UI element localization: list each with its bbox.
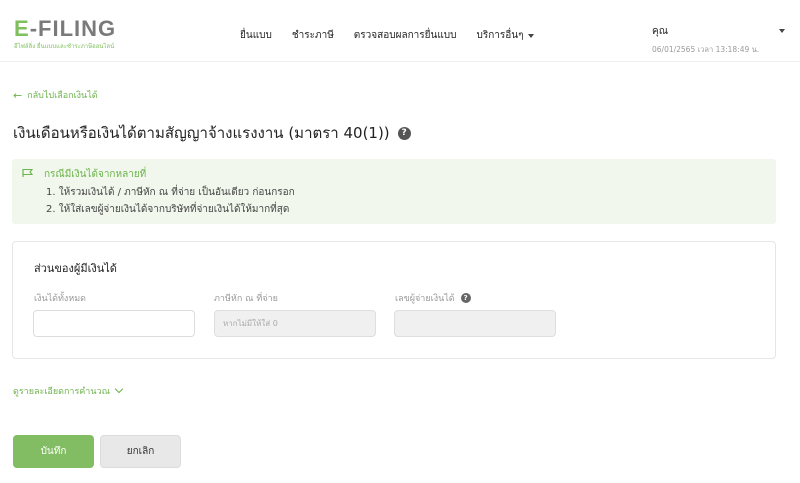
- back-to-income-link[interactable]: ← กลับไปเลือกเงินได้: [13, 88, 98, 102]
- payer-id-input[interactable]: [394, 310, 556, 337]
- top-header: E-FILING อีไฟล์ลิ่ง ยื่นแบบและชำระภาษีออ…: [0, 0, 800, 62]
- withholding-tax-label: ภาษีหัก ณ ที่จ่าย: [214, 294, 278, 304]
- payer-id-label: เลขผู้จ่ายเงินได้: [395, 294, 455, 304]
- total-income-label: เงินได้ทั้งหมด: [34, 294, 87, 304]
- nav-other-services-label: บริการอื่นๆ: [476, 30, 524, 41]
- logo-wordmark: E-FILING: [14, 18, 116, 40]
- user-menu-caret-icon[interactable]: [779, 29, 785, 33]
- help-icon[interactable]: ?: [460, 293, 471, 303]
- cancel-button[interactable]: ยกเลิก: [100, 435, 181, 468]
- notice-heading: กรณีมีเงินได้จากหลายที่: [44, 169, 147, 180]
- session-timestamp: 06/01/2565 เวลา 13:18:49 น.: [652, 45, 760, 54]
- logo-tagline: อีไฟล์ลิ่ง ยื่นแบบและชำระภาษีออนไลน์: [14, 43, 115, 50]
- income-earner-card: ส่วนของผู้มีเงินได้ เงินได้ทั้งหมด ภาษีห…: [12, 241, 776, 359]
- chevron-down-icon: [528, 33, 535, 38]
- card-title: ส่วนของผู้มีเงินได้: [34, 262, 117, 275]
- help-icon[interactable]: ?: [397, 126, 411, 140]
- total-income-input[interactable]: [33, 310, 195, 337]
- save-button[interactable]: บันทึก: [13, 435, 94, 468]
- chevron-down-icon: [114, 384, 124, 394]
- user-menu[interactable]: คุณ: [652, 24, 668, 39]
- logo-filing: -FILING: [29, 16, 117, 41]
- page-title: เงินเดือนหรือเงินได้ตามสัญญาจ้างแรงงาน (…: [13, 124, 390, 142]
- details-link-label: ดูรายละเอียดการคำนวณ: [13, 387, 110, 397]
- main-nav: ยื่นแบบ ชำระภาษี ตรวจสอบผลการยื่นแบบ บริ…: [240, 28, 554, 43]
- nav-pay-tax[interactable]: ชำระภาษี: [292, 28, 334, 43]
- notice-line: 1. ให้รวมเงินได้ / ภาษีหัก ณ ที่จ่าย เป็…: [46, 187, 295, 198]
- calculation-details-toggle[interactable]: ดูรายละเอียดการคำนวณ: [13, 384, 124, 398]
- withholding-tax-input[interactable]: [214, 310, 376, 337]
- nav-file-return[interactable]: ยื่นแบบ: [240, 28, 272, 43]
- logo-e: E: [14, 16, 30, 41]
- flag-icon: [22, 168, 34, 177]
- efiling-logo[interactable]: E-FILING อีไฟล์ลิ่ง ยื่นแบบและชำระภาษีออ…: [14, 18, 116, 51]
- title-row: เงินเดือนหรือเงินได้ตามสัญญาจ้างแรงงาน (…: [13, 121, 411, 145]
- nav-check-status[interactable]: ตรวจสอบผลการยื่นแบบ: [354, 28, 457, 43]
- back-link-label: กลับไปเลือกเงินได้: [27, 91, 98, 101]
- payer-id-label-row: เลขผู้จ่ายเงินได้?: [395, 291, 471, 305]
- nav-other-services[interactable]: บริการอื่นๆ: [476, 28, 535, 43]
- arrow-left-icon: ←: [13, 88, 23, 102]
- notice-line: 2. ให้ใส่เลขผู้จ่ายเงินได้จากบริษัทที่จ่…: [46, 204, 290, 215]
- multiple-sources-notice: กรณีมีเงินได้จากหลายที่ 1. ให้รวมเงินได้…: [12, 159, 776, 224]
